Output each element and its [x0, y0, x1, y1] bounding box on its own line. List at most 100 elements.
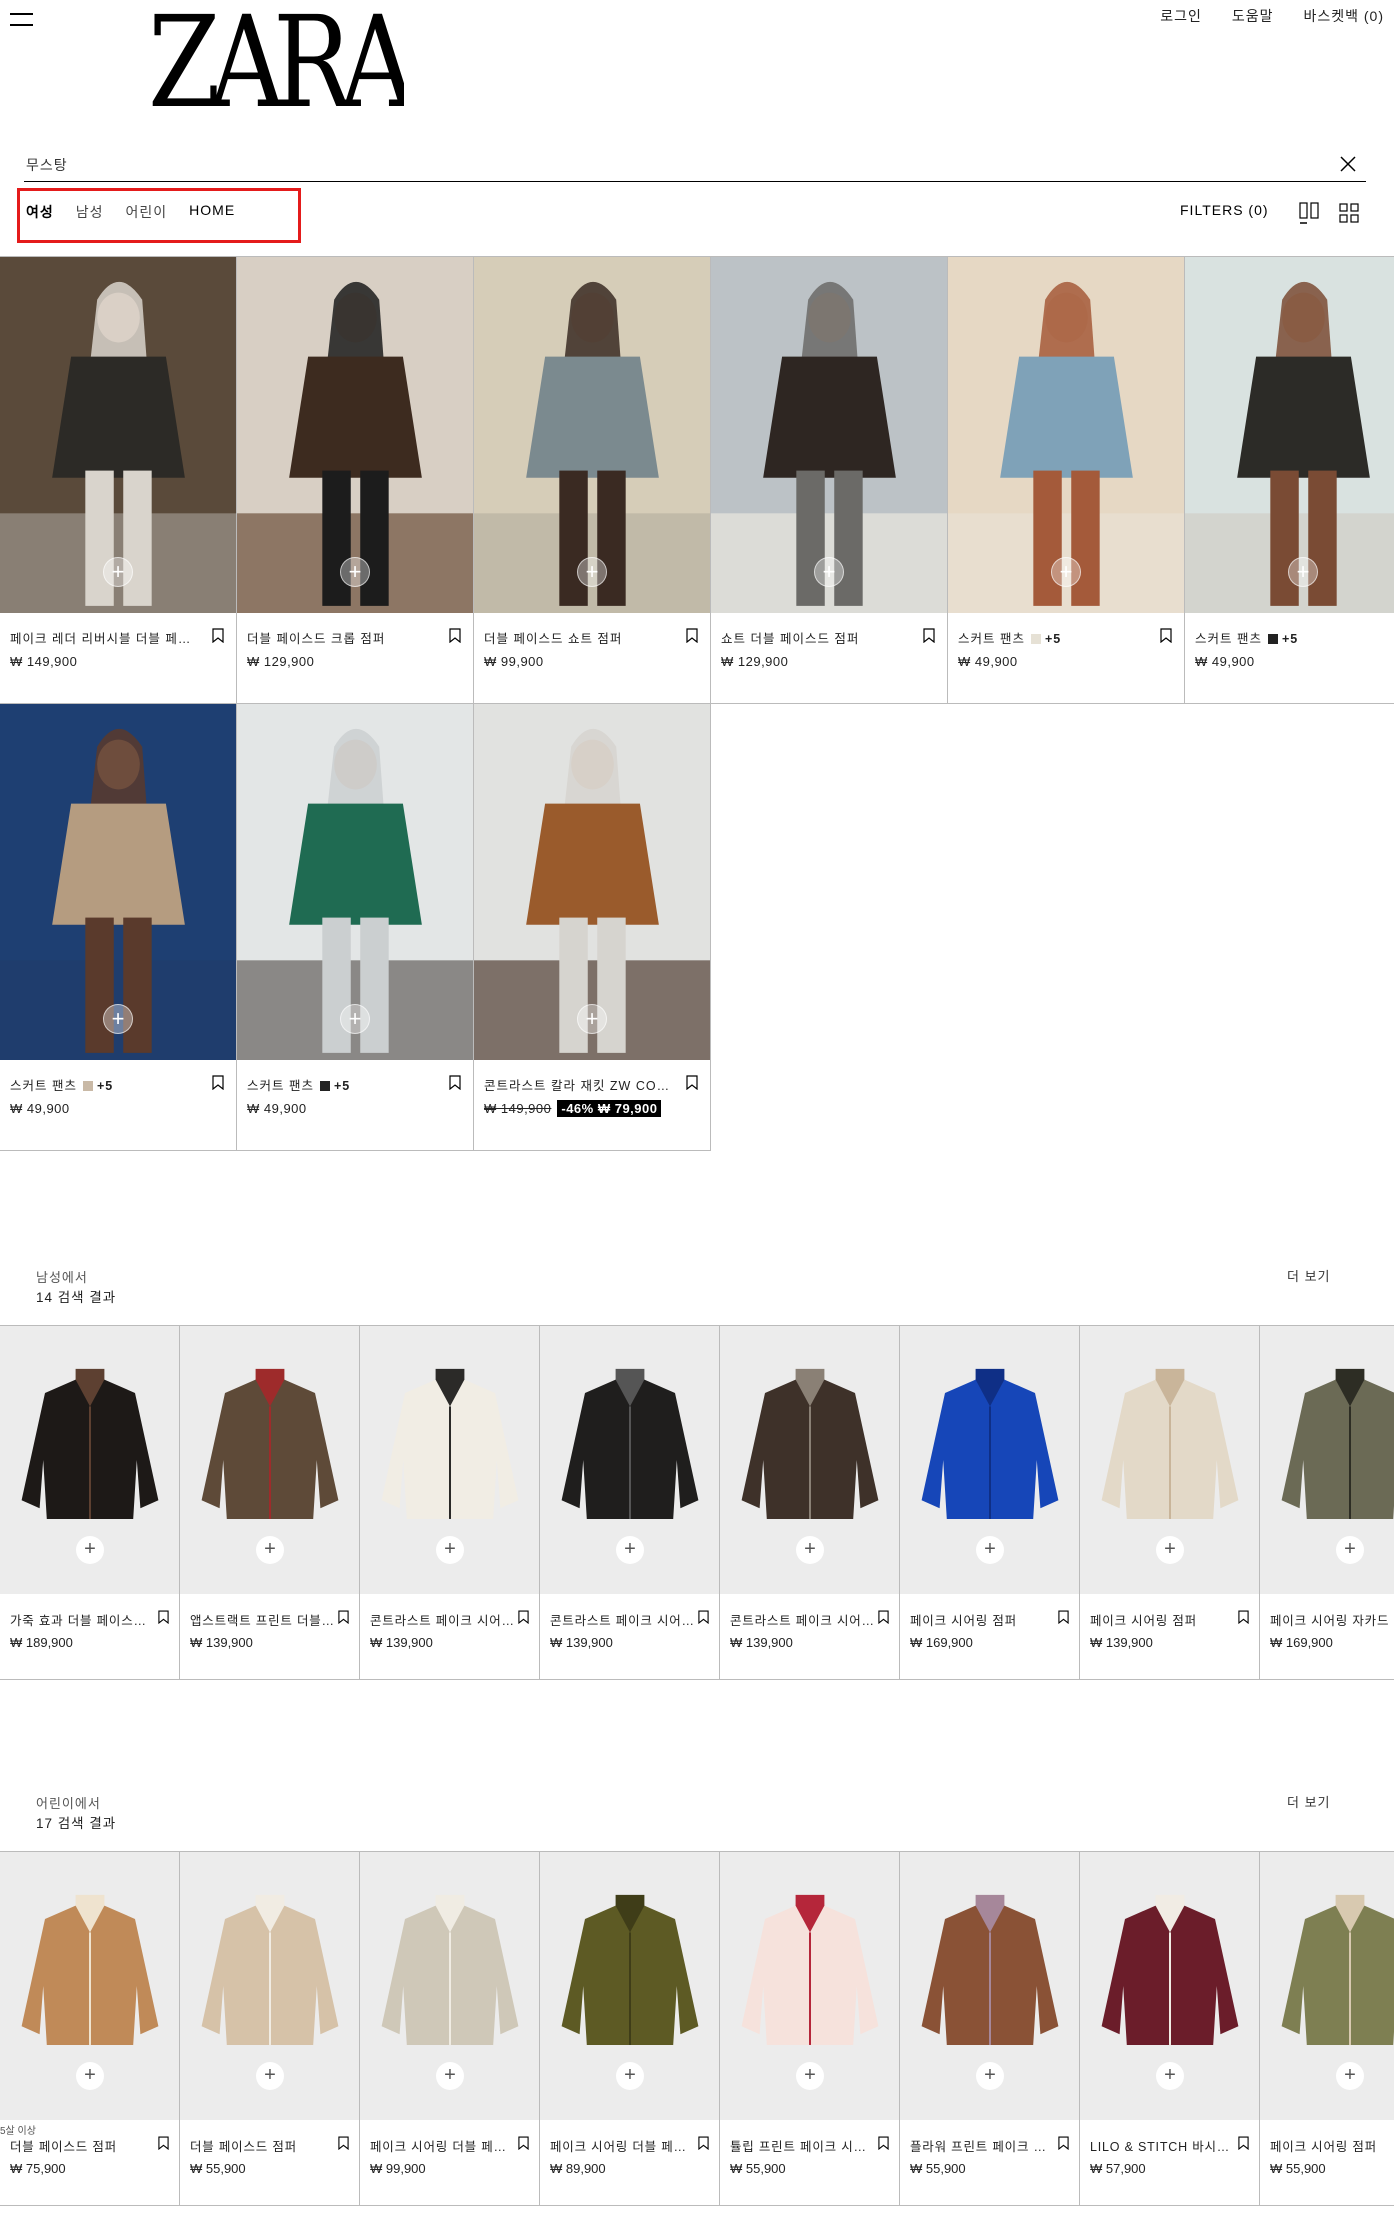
product-name[interactable]: 페이크 시어링 점퍼 [1090, 1610, 1235, 1629]
tab-kids[interactable]: 어린이 [126, 202, 168, 222]
add-icon[interactable]: + [1156, 2062, 1184, 2090]
add-icon[interactable]: + [616, 2062, 644, 2090]
zara-logo[interactable]: ZARA [148, 2, 404, 114]
add-icon[interactable]: + [976, 1536, 1004, 1564]
product-card[interactable]: + 스커트 팬츠 +5 ₩ 49,900 [948, 257, 1185, 704]
bookmark-icon[interactable] [1058, 2136, 1069, 2151]
product-image[interactable] [1260, 1326, 1394, 1594]
men-product-card[interactable]: + 콘트라스트 페이크 시어링 재킷 ₩ 139,900 [540, 1326, 720, 1680]
product-card[interactable]: + 스커트 팬츠 +5 ₩ 49,900 [0, 704, 237, 1151]
product-name[interactable]: 콘트라스트 페이크 시어링 재킷 [550, 1610, 695, 1629]
add-icon[interactable]: + [1051, 557, 1081, 587]
product-card[interactable]: + 쇼트 더블 페이스드 점퍼 ₩ 129,900 [711, 257, 948, 704]
product-name[interactable]: 스커트 팬츠 +5 [10, 1075, 200, 1094]
product-card[interactable]: + 스커트 팬츠 +5 ₩ 49,900 [1185, 257, 1394, 704]
bookmark-icon[interactable] [698, 1610, 709, 1625]
add-icon[interactable]: + [340, 1004, 370, 1034]
product-name[interactable]: 앱스트랙트 프린트 더블 페이스드 [190, 1610, 335, 1629]
menu-icon[interactable] [10, 13, 33, 27]
men-product-card[interactable]: + 콘트라스트 페이크 시어링 재킷 ₩ 139,900 [720, 1326, 900, 1680]
product-card[interactable]: + 더블 페이스드 크롭 점퍼 ₩ 129,900 [237, 257, 474, 704]
add-icon[interactable]: + [796, 1536, 824, 1564]
tab-home[interactable]: HOME [189, 202, 235, 222]
product-image[interactable] [1185, 257, 1394, 613]
filters-button[interactable]: FILTERS (0) [1180, 202, 1269, 218]
add-icon[interactable]: + [814, 557, 844, 587]
men-product-card[interactable]: + 페이크 시어링 점퍼 ₩ 139,900 [1080, 1326, 1260, 1680]
men-product-card[interactable]: + 페이크 시어링 점퍼 ₩ 169,900 [900, 1326, 1080, 1680]
kids-product-card[interactable]: + 더블 페이스드 점퍼 ₩ 55,900 [180, 1852, 360, 2206]
add-icon[interactable]: + [256, 1536, 284, 1564]
kids-product-card[interactable]: + 페이크 시어링 더블 페이스드 재킷 ₩ 89,900 [540, 1852, 720, 2206]
kids-more-link[interactable]: 더 보기 [1287, 1792, 1331, 1811]
product-name[interactable]: LILO & STITCH 바시티 재킷 [1090, 2136, 1235, 2155]
tab-women[interactable]: 여성 [26, 202, 54, 222]
bookmark-icon[interactable] [338, 2136, 349, 2151]
bookmark-icon[interactable] [518, 2136, 529, 2151]
men-more-link[interactable]: 더 보기 [1287, 1266, 1331, 1285]
grid-view-2-icon[interactable] [1299, 202, 1319, 224]
product-name[interactable]: 페이크 레더 리버시블 더블 페이스드 재킷 [10, 628, 200, 647]
product-card[interactable]: + 스커트 팬츠 +5 ₩ 49,900 [237, 704, 474, 1151]
product-name[interactable]: 콘트라스트 페이크 시어링 재킷 [370, 1610, 515, 1629]
kids-product-card[interactable]: + 페이크 시어링 더블 페이스드 재킷 ₩ 99,900 [360, 1852, 540, 2206]
bookmark-icon[interactable] [1238, 1610, 1249, 1625]
bookmark-icon[interactable] [158, 2136, 169, 2151]
add-icon[interactable]: + [577, 1004, 607, 1034]
login-link[interactable]: 로그인 [1160, 6, 1202, 26]
add-icon[interactable]: + [1288, 557, 1318, 587]
product-name[interactable]: 튤립 프린트 페이크 시어링 점퍼 [730, 2136, 875, 2155]
product-image[interactable] [1260, 1852, 1394, 2120]
kids-product-card[interactable]: + LILO & STITCH 바시티 재킷 ₩ 57,900 [1080, 1852, 1260, 2206]
bookmark-icon[interactable] [518, 1610, 529, 1625]
bookmark-icon[interactable] [878, 2136, 889, 2151]
grid-view-4-icon[interactable] [1339, 203, 1359, 223]
product-name[interactable]: 페이크 시어링 더블 페이스드 재킷 [550, 2136, 695, 2155]
bookmark-icon[interactable] [686, 1075, 698, 1091]
product-card[interactable]: + 페이크 레더 리버시블 더블 페이스드 재킷 ₩ 149,900 [0, 257, 237, 704]
add-icon[interactable]: + [1336, 2062, 1364, 2090]
product-name[interactable]: 콘트라스트 페이크 시어링 재킷 [730, 1610, 875, 1629]
bookmark-icon[interactable] [1058, 1610, 1069, 1625]
add-icon[interactable]: + [616, 1536, 644, 1564]
product-name[interactable]: 페이크 시어링 더블 페이스드 재킷 [370, 2136, 515, 2155]
add-icon[interactable]: + [103, 557, 133, 587]
product-name[interactable]: 페이크 시어링 점퍼 [1270, 2136, 1394, 2155]
tab-men[interactable]: 남성 [76, 202, 104, 222]
bookmark-icon[interactable] [923, 628, 935, 644]
product-name[interactable]: 더블 페이스드 점퍼 [10, 2136, 155, 2155]
bookmark-icon[interactable] [158, 1610, 169, 1625]
search-input[interactable] [24, 150, 1324, 180]
product-name[interactable]: 더블 페이스드 점퍼 [190, 2136, 335, 2155]
kids-product-card[interactable]: + 페이크 시어링 점퍼 ₩ 55,900 [1260, 1852, 1394, 2206]
close-icon[interactable] [1338, 154, 1358, 174]
product-name[interactable]: 스커트 팬츠 +5 [958, 628, 1148, 647]
add-icon[interactable]: + [103, 1004, 133, 1034]
add-icon[interactable]: + [76, 2062, 104, 2090]
product-name[interactable]: 더블 페이스드 크롭 점퍼 [247, 628, 437, 647]
men-product-card[interactable]: + 콘트라스트 페이크 시어링 재킷 ₩ 139,900 [360, 1326, 540, 1680]
add-icon[interactable]: + [256, 2062, 284, 2090]
kids-product-card[interactable]: +5살 이상 더블 페이스드 점퍼 ₩ 75,900 [0, 1852, 180, 2206]
product-name[interactable]: 스커트 팬츠 +5 [247, 1075, 437, 1094]
add-icon[interactable]: + [76, 1536, 104, 1564]
product-name[interactable]: 페이크 시어링 자카드 점퍼 [1270, 1610, 1394, 1629]
men-product-card[interactable]: + 가죽 효과 더블 페이스드 재킷 ₩ 189,900 [0, 1326, 180, 1680]
kids-product-card[interactable]: + 플라워 프린트 페이크 시어링 점퍼 ₩ 55,900 [900, 1852, 1080, 2206]
add-icon[interactable]: + [436, 2062, 464, 2090]
add-icon[interactable]: + [436, 1536, 464, 1564]
product-name[interactable]: 가죽 효과 더블 페이스드 재킷 [10, 1610, 155, 1629]
product-name[interactable]: 페이크 시어링 점퍼 [910, 1610, 1055, 1629]
bookmark-icon[interactable] [1238, 2136, 1249, 2151]
men-product-card[interactable]: + 페이크 시어링 자카드 점퍼 ₩ 169,900 [1260, 1326, 1394, 1680]
bookmark-icon[interactable] [878, 1610, 889, 1625]
product-card[interactable]: + 더블 페이스드 쇼트 점퍼 ₩ 99,900 [474, 257, 711, 704]
bookmark-icon[interactable] [1160, 628, 1172, 644]
product-card[interactable]: + 콘트라스트 칼라 재킷 ZW COLLECTION ₩ 149,900 -46% … [474, 704, 711, 1151]
bookmark-icon[interactable] [686, 628, 698, 644]
add-icon[interactable]: + [1336, 1536, 1364, 1564]
bookmark-icon[interactable] [338, 1610, 349, 1625]
bookmark-icon[interactable] [212, 1075, 224, 1091]
bookmark-icon[interactable] [449, 1075, 461, 1091]
bookmark-icon[interactable] [449, 628, 461, 644]
